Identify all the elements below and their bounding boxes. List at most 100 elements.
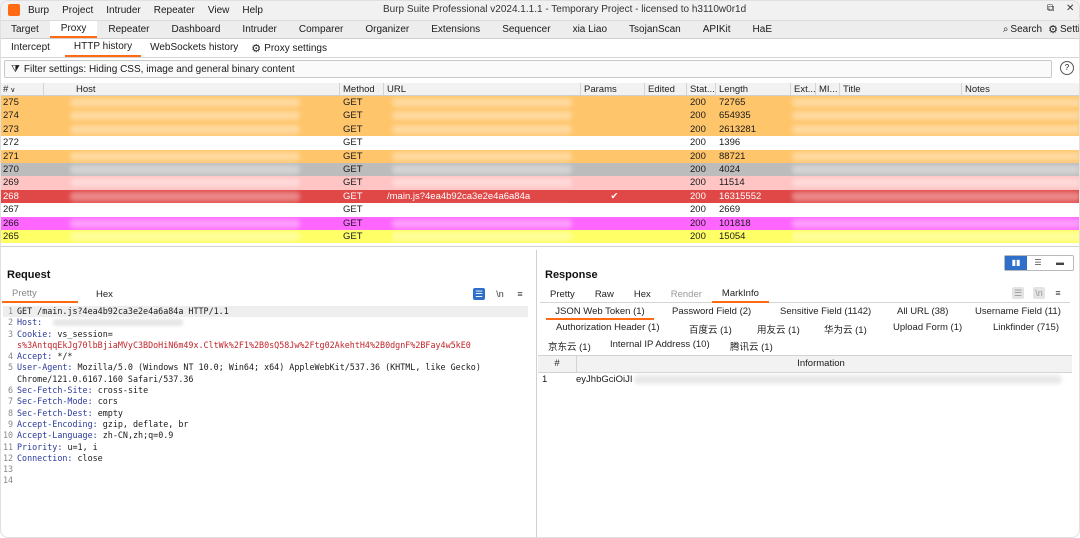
single-pane-layout-icon[interactable]: ▬: [1049, 256, 1071, 270]
line-number: 6: [7, 385, 13, 396]
menu-view[interactable]: View: [208, 5, 230, 16]
tab-organizer[interactable]: Organizer: [354, 21, 420, 38]
tab-sequencer[interactable]: Sequencer: [491, 21, 561, 38]
tab-apikit[interactable]: APIKit: [692, 21, 742, 38]
col-header-params[interactable]: Params: [581, 83, 645, 96]
menu-project[interactable]: Project: [62, 5, 93, 16]
markinfo-col-information[interactable]: Information: [576, 356, 1066, 372]
redacted-blur: [70, 138, 300, 148]
search-icon[interactable]: ⌕: [1003, 24, 1009, 35]
tab-request-hex[interactable]: Hex: [86, 288, 123, 302]
markinfo-tab-username-field[interactable]: Username Field (11): [975, 306, 1061, 317]
search-button[interactable]: Search: [1010, 24, 1042, 35]
side-by-side-layout-icon[interactable]: ▮▮: [1005, 256, 1027, 270]
restore-window-icon[interactable]: ⧉: [1047, 3, 1054, 14]
col-header-title[interactable]: Title: [840, 83, 962, 96]
response-panel: Response ▮▮ ☰ ▬ Pretty Raw Hex Render Ma…: [538, 255, 1080, 538]
markinfo-tab-linkfinder[interactable]: Linkfinder (715): [993, 322, 1059, 333]
gear-icon[interactable]: ⚙: [1048, 23, 1058, 36]
tab-response-markinfo[interactable]: MarkInfo: [711, 287, 769, 303]
close-window-icon[interactable]: ✕: [1066, 3, 1074, 14]
table-row[interactable]: 270 GET 200 4024: [0, 163, 1080, 177]
tab-hae[interactable]: HaE: [742, 21, 783, 38]
menu-icon[interactable]: ≡: [1052, 287, 1064, 299]
table-row[interactable]: 269 GET 200 11514: [0, 176, 1080, 190]
tab-http-history[interactable]: HTTP history: [64, 39, 142, 57]
markinfo-tab-huawei-cloud[interactable]: 华为云 (1): [824, 322, 867, 336]
col-header-status[interactable]: Stat...: [687, 83, 716, 96]
tab-target[interactable]: Target: [0, 21, 50, 38]
tab-dashboard[interactable]: Dashboard: [161, 21, 232, 38]
vertical-divider[interactable]: [536, 250, 537, 538]
tab-intruder[interactable]: Intruder: [231, 21, 287, 38]
col-header-notes[interactable]: Notes: [962, 83, 1080, 96]
tab-response-hex[interactable]: Hex: [624, 288, 661, 302]
header-key: Connection:: [17, 452, 73, 463]
newline-toggle-icon[interactable]: \n: [494, 288, 506, 300]
tab-response-pretty[interactable]: Pretty: [540, 288, 585, 302]
table-row[interactable]: 265 GET 200 15054: [0, 230, 1080, 243]
redacted-blur: [792, 178, 1080, 188]
tab-repeater[interactable]: Repeater: [97, 21, 160, 38]
col-header-num[interactable]: # ∨: [0, 83, 44, 96]
markinfo-tab-upload-form[interactable]: Upload Form (1): [893, 322, 962, 333]
tab-proxy[interactable]: Proxy: [49, 21, 98, 38]
menu-repeater[interactable]: Repeater: [154, 5, 195, 16]
tab-xia-liao[interactable]: xia Liao: [562, 21, 618, 38]
pane-divider[interactable]: [0, 246, 1080, 247]
menu-burp[interactable]: Burp: [28, 5, 49, 16]
help-icon[interactable]: ?: [1060, 61, 1074, 75]
tab-comparer[interactable]: Comparer: [288, 21, 354, 38]
markinfo-tab-yonyou-cloud[interactable]: 用友云 (1): [757, 322, 800, 336]
pretty-print-icon[interactable]: ☰: [473, 288, 485, 300]
tab-request-pretty[interactable]: Pretty: [2, 287, 78, 303]
table-row[interactable]: 273 GET 200 2613281: [0, 122, 1080, 137]
menu-intruder[interactable]: Intruder: [106, 5, 140, 16]
col-header-edited[interactable]: Edited: [645, 83, 687, 96]
request-view-tabs: Pretty Hex: [2, 287, 530, 303]
markinfo-tab-baidu-cloud[interactable]: 百度云 (1): [689, 322, 732, 336]
line-number: 3: [7, 328, 13, 339]
markinfo-tab-all-url[interactable]: All URL (38): [897, 306, 948, 317]
col-header-mime[interactable]: MI...: [816, 83, 840, 96]
markinfo-tab-tencent-cloud[interactable]: 腾讯云 (1): [730, 339, 773, 353]
tab-websockets-history[interactable]: WebSockets history: [141, 39, 247, 57]
markinfo-tab-authorization-header[interactable]: Authorization Header (1): [556, 322, 660, 333]
table-row[interactable]: 275 GET 200 72765: [0, 96, 1080, 110]
table-row[interactable]: 1 eyJhbGciOiJI: [538, 372, 1072, 388]
col-header-url[interactable]: URL: [384, 83, 581, 96]
table-row[interactable]: 274 GET 200 654935: [0, 109, 1080, 123]
table-row[interactable]: 271 GET 200 88721: [0, 149, 1080, 163]
tab-response-raw[interactable]: Raw: [585, 288, 624, 302]
cell-method: GET: [343, 97, 363, 108]
markinfo-tab-internal-ip[interactable]: Internal IP Address (10): [610, 339, 710, 350]
tab-extensions[interactable]: Extensions: [420, 21, 491, 38]
table-row[interactable]: 267 GET 200 2669: [0, 203, 1080, 217]
request-editor[interactable]: 1 GET /main.js?4ea4b92ca3e2e4a6a84a HTTP/…: [3, 306, 528, 487]
header-value: u=1, i: [67, 441, 98, 452]
markinfo-tab-jd-cloud[interactable]: 京东云 (1): [548, 339, 591, 353]
table-row[interactable]: 272 GET 200 1396: [0, 136, 1080, 150]
table-row[interactable]: 268 GET/main.js?4ea4b92ca3e2e4a6a84a ✔ 200 1…: [0, 189, 1080, 204]
col-header-length[interactable]: Length: [716, 83, 791, 96]
markinfo-tab-sensitive-field[interactable]: Sensitive Field (1142): [780, 306, 871, 317]
markinfo-tab-jwt[interactable]: JSON Web Token (1): [546, 306, 654, 320]
settings-button[interactable]: Setti: [1060, 24, 1080, 35]
col-header-extension[interactable]: Ext...: [791, 83, 816, 96]
line-number: 13: [3, 464, 14, 475]
newline-toggle-icon[interactable]: \n: [1033, 287, 1045, 299]
filter-bar[interactable]: ⧩ Filter settings: Hiding CSS, image and…: [4, 60, 1052, 78]
stacked-layout-icon[interactable]: ☰: [1027, 256, 1049, 270]
tab-intercept[interactable]: Intercept: [2, 39, 59, 57]
col-header-host[interactable]: Host: [44, 83, 340, 96]
col-header-method[interactable]: Method: [340, 83, 384, 96]
pretty-print-icon[interactable]: ☰: [1012, 287, 1024, 299]
markinfo-tab-password-field[interactable]: Password Field (2): [672, 306, 751, 317]
menu-icon[interactable]: ≡: [514, 288, 526, 300]
tab-response-render[interactable]: Render: [661, 288, 712, 302]
markinfo-col-num[interactable]: #: [538, 356, 577, 372]
table-row[interactable]: 266 GET 200 101818: [0, 216, 1080, 230]
proxy-settings-button[interactable]: ⚙ Proxy settings: [251, 42, 327, 55]
tab-tsojanscan[interactable]: TsojanScan: [618, 21, 692, 38]
menu-help[interactable]: Help: [242, 5, 263, 16]
